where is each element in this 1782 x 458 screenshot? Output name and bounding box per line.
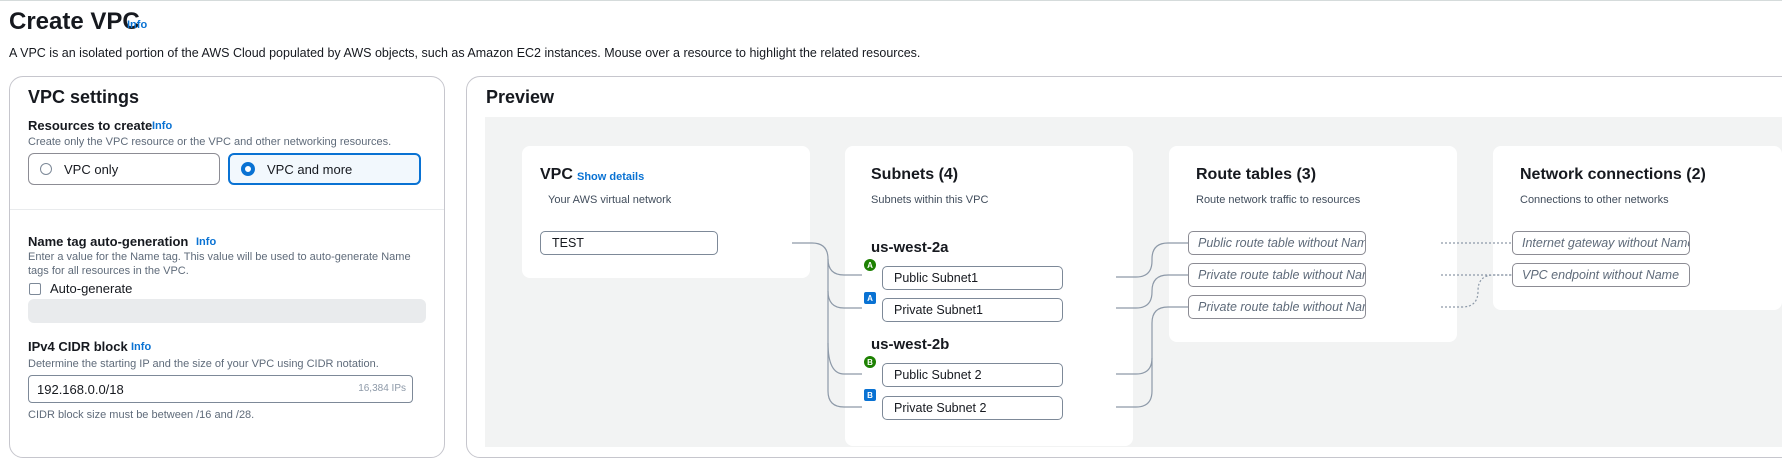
connector-lines bbox=[792, 242, 1512, 408]
